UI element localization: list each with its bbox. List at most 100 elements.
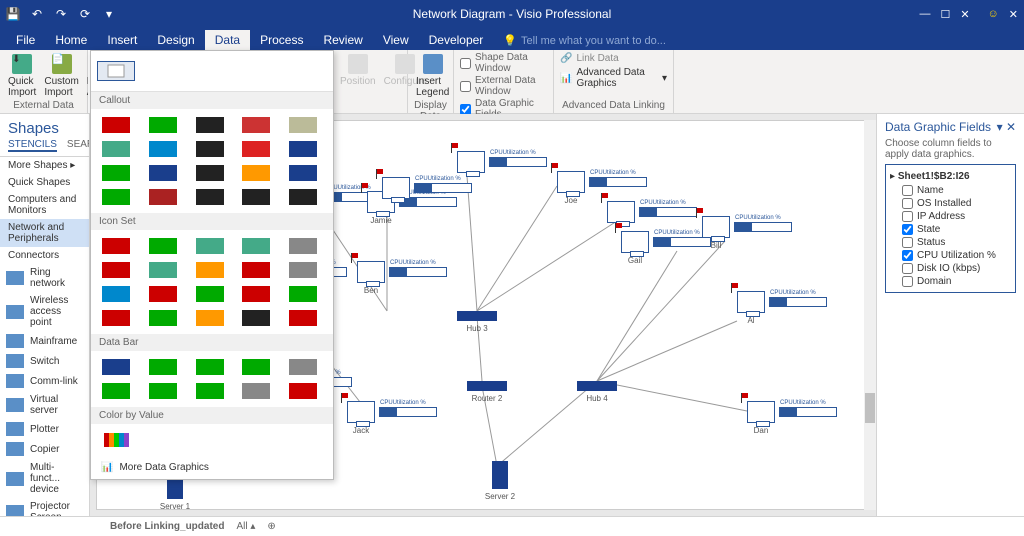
field-domain[interactable]: Domain — [890, 275, 1011, 288]
dg-no-graphic[interactable] — [97, 61, 135, 81]
tab-file[interactable]: File — [6, 30, 45, 50]
graphic-option[interactable] — [191, 163, 229, 183]
graphic-option[interactable] — [144, 115, 182, 135]
graphic-option[interactable] — [237, 260, 275, 280]
node-router2[interactable]: Router 2 — [467, 381, 507, 391]
smiley-icon[interactable]: ☺ — [988, 8, 999, 20]
graphic-option[interactable] — [144, 357, 182, 377]
tab-review[interactable]: Review — [313, 30, 372, 50]
node-bill[interactable]: Bill — [702, 216, 730, 238]
field-os-installed[interactable]: OS Installed — [890, 197, 1011, 210]
field-ip-address[interactable]: IP Address — [890, 210, 1011, 223]
tab-data[interactable]: Data — [205, 30, 250, 50]
external-data-window-check[interactable]: External Data Window — [460, 75, 547, 97]
node-ben[interactable]: Ben — [357, 261, 385, 283]
tree-root[interactable]: ▸ Sheet1!$B2:I26 — [890, 169, 1011, 184]
stencil-copier[interactable]: Copier — [0, 439, 89, 459]
graphic-option[interactable] — [237, 381, 275, 401]
graphic-option[interactable] — [284, 308, 322, 328]
graphic-option[interactable] — [191, 381, 229, 401]
node-[interactable] — [607, 201, 635, 223]
graphic-option[interactable] — [97, 163, 135, 183]
graphic-option[interactable] — [191, 115, 229, 135]
cat-computers[interactable]: Computers and Monitors — [0, 191, 89, 219]
tab-insert[interactable]: Insert — [97, 30, 147, 50]
node-hub3[interactable]: Hub 3 — [457, 311, 497, 321]
search-tab[interactable]: SEARCH — [67, 139, 90, 152]
graphic-option[interactable] — [97, 115, 135, 135]
graphic-option[interactable] — [237, 284, 275, 304]
graphic-option[interactable] — [144, 284, 182, 304]
graphic-option[interactable] — [97, 260, 135, 280]
stencil-ring-network[interactable]: Ring network — [0, 264, 89, 292]
node-hub4[interactable]: Hub 4 — [577, 381, 617, 391]
shape-data-window-check[interactable]: Shape Data Window — [460, 52, 547, 74]
node-dan[interactable]: Dan — [747, 401, 775, 423]
advanced-graphics-button[interactable]: 📊Advanced Data Graphics ▾ — [560, 66, 667, 90]
new-sheet-icon[interactable]: ⊕ — [267, 521, 275, 532]
minimize-icon[interactable]: — — [919, 8, 930, 20]
position-button[interactable]: Position — [338, 52, 378, 89]
graphic-option[interactable] — [237, 163, 275, 183]
tell-me-search[interactable]: 💡Tell me what you want to do... — [493, 31, 676, 50]
field-status[interactable]: Status — [890, 236, 1011, 249]
stencil-plotter[interactable]: Plotter — [0, 419, 89, 439]
graphic-option[interactable] — [284, 236, 322, 256]
graphic-option[interactable] — [191, 236, 229, 256]
close-pane-icon[interactable]: ✕ — [1006, 120, 1016, 134]
quick-import-button[interactable]: ⬇Quick Import — [6, 52, 38, 100]
node-gail[interactable]: Gail — [621, 231, 649, 253]
tab-view[interactable]: View — [373, 30, 419, 50]
stencil-wireless-access-point[interactable]: Wireless access point — [0, 292, 89, 331]
graphic-option[interactable] — [284, 139, 322, 159]
graphic-option[interactable] — [284, 187, 322, 207]
stencil-projector-screen[interactable]: Projector Screen — [0, 498, 89, 516]
graphic-option[interactable] — [144, 260, 182, 280]
field-disk-io-kbps-[interactable]: Disk IO (kbps) — [890, 262, 1011, 275]
quick-shapes[interactable]: Quick Shapes — [0, 174, 89, 191]
graphic-option[interactable] — [284, 260, 322, 280]
graphic-option[interactable] — [237, 187, 275, 207]
tab-developer[interactable]: Developer — [419, 30, 494, 50]
node-al[interactable]: Al — [737, 291, 765, 313]
field-state[interactable]: State — [890, 223, 1011, 236]
cat-connectors[interactable]: Connectors — [0, 247, 89, 264]
close-icon[interactable]: ✕ — [960, 8, 969, 21]
more-shapes[interactable]: More Shapes ▸ — [0, 157, 89, 174]
node-joe[interactable]: Joe — [557, 171, 585, 193]
graphic-option[interactable] — [284, 357, 322, 377]
graphic-option[interactable] — [284, 163, 322, 183]
graphic-option[interactable] — [97, 308, 135, 328]
graphic-option[interactable] — [97, 357, 135, 377]
qat-dropdown-icon[interactable]: ▾ — [102, 7, 116, 21]
field-name[interactable]: Name — [890, 184, 1011, 197]
graphic-option[interactable] — [237, 139, 275, 159]
all-tab[interactable]: All ▴ — [236, 521, 255, 532]
graphic-option[interactable] — [237, 308, 275, 328]
graphic-option[interactable] — [144, 163, 182, 183]
node-[interactable] — [382, 177, 410, 199]
graphic-option[interactable] — [144, 308, 182, 328]
graphic-option[interactable] — [97, 236, 135, 256]
graphic-option[interactable] — [97, 381, 135, 401]
graphic-option[interactable] — [191, 187, 229, 207]
vertical-scrollbar[interactable] — [864, 120, 876, 510]
graphic-option[interactable] — [144, 236, 182, 256]
tab-home[interactable]: Home — [45, 30, 97, 50]
save-icon[interactable]: 💾 — [6, 7, 20, 21]
graphic-option[interactable] — [237, 236, 275, 256]
node-jack[interactable]: Jack — [347, 401, 375, 423]
tab-process[interactable]: Process — [250, 30, 313, 50]
graphic-option[interactable] — [144, 187, 182, 207]
insert-legend-button[interactable]: Insert Legend — [414, 52, 451, 100]
graphic-option[interactable] — [284, 284, 322, 304]
graphic-option[interactable] — [191, 357, 229, 377]
graphic-option[interactable] — [191, 308, 229, 328]
tab-design[interactable]: Design — [147, 30, 204, 50]
stencil-mainframe[interactable]: Mainframe — [0, 331, 89, 351]
graphic-option[interactable] — [191, 260, 229, 280]
link-data-button[interactable]: 🔗Link Data — [560, 52, 667, 65]
restore-icon[interactable]: ☐ — [940, 8, 950, 21]
dropdown-icon[interactable]: ▾ — [997, 120, 1003, 134]
node-server2[interactable]: Server 2 — [492, 461, 508, 489]
